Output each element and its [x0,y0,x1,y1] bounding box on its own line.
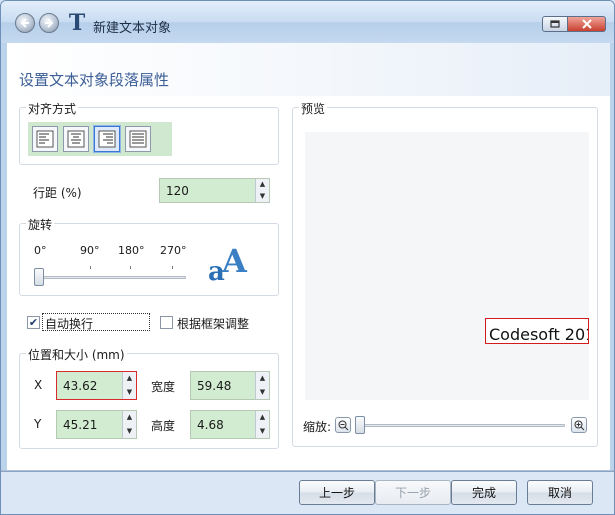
cancel-button[interactable]: 取消 [527,480,593,505]
spin-up-icon[interactable]: ▲ [256,411,269,425]
restore-button[interactable] [542,16,568,32]
preview-label: 预览 [299,100,328,117]
alignment-group: 对齐方式 [19,100,279,165]
fit-frame-checkbox[interactable] [160,316,173,329]
preview-group: 预览 Codesoft 2015程 缩放: [292,100,598,447]
dialog-footer: 上一步 下一步 完成 取消 [1,470,614,514]
position-size-label: 位置和大小 (mm) [26,346,127,363]
alignment-label: 对齐方式 [26,100,79,117]
rotation-slider-track[interactable] [36,276,186,279]
spin-down-icon[interactable]: ▼ [123,425,136,439]
zoom-out-icon [338,420,348,430]
alignment-buttons [28,122,172,156]
spin-up-icon[interactable]: ▲ [123,372,136,386]
preview-sample-text: Codesoft 2015程 [485,318,589,344]
forward-button[interactable] [39,13,59,33]
footer-divider [1,471,614,472]
y-value: 45.21 [63,418,98,432]
zoom-slider-track[interactable] [355,424,565,427]
y-label: Y [34,417,42,431]
finish-button[interactable]: 完成 [451,480,517,505]
align-left-button[interactable] [32,126,58,152]
y-spinner: ▲ ▼ [122,411,136,438]
arrow-right-icon [45,18,54,28]
y-input[interactable]: 45.21 ▲ ▼ [56,410,137,439]
window-controls [542,16,606,32]
rotated-A-icon: a A [208,242,248,284]
slider-tick [130,266,131,269]
rotation-tick-180: 180° [118,244,145,257]
spin-down-icon[interactable]: ▼ [123,386,136,400]
next-button[interactable]: 下一步 [375,480,451,505]
dialog-window: T 新建文本对象 设置文本对象段落属性 对齐方式 行距 (%) 120 ▲ ▼ … [0,0,615,515]
back-button[interactable] [15,13,35,33]
preview-canvas: Codesoft 2015程 [305,132,589,400]
line-spacing-label: 行距 (%) [33,186,82,200]
title-bar: T 新建文本对象 [1,1,614,43]
zoom-in-button[interactable] [571,417,587,433]
align-right-icon [98,130,116,148]
zoom-in-icon [574,420,584,430]
height-spinner: ▲ ▼ [255,411,269,438]
auto-wrap-label[interactable]: 自动换行 [45,315,93,332]
spin-up-icon[interactable]: ▲ [123,411,136,425]
close-button[interactable] [568,16,606,32]
rotation-group: 旋转 0° 90° 180° 270° a A [19,216,279,296]
slider-tick [90,266,91,269]
zoom-out-button[interactable] [335,417,351,433]
rotation-tick-90: 90° [80,244,100,257]
rotation-tick-0: 0° [34,244,47,257]
window-title: 新建文本对象 [93,21,172,36]
rotation-tick-270: 270° [160,244,187,257]
arrow-left-icon [20,18,29,28]
text-T-icon: T [68,10,86,36]
fit-frame-label[interactable]: 根据框架调整 [177,315,249,332]
restore-icon [550,20,560,28]
height-value: 4.68 [197,418,224,432]
prev-button[interactable]: 上一步 [299,480,375,505]
auto-wrap-checkbox[interactable]: ✔ [27,316,40,329]
line-spacing-spinner: ▲ ▼ [255,179,269,202]
zoom-label: 缩放: [303,420,332,434]
spin-up-icon[interactable]: ▲ [256,372,269,386]
close-icon [581,19,592,29]
rotation-label: 旋转 [26,216,55,233]
line-spacing-input[interactable]: 120 ▲ ▼ [159,178,270,203]
width-input[interactable]: 59.48 ▲ ▼ [190,371,270,400]
spin-down-icon[interactable]: ▼ [256,425,269,439]
position-size-group: 位置和大小 (mm) X 43.62 ▲ ▼ 宽度 59.48 ▲ ▼ Y 45… [19,346,279,449]
svg-text:A: A [221,242,248,280]
content-area: 设置文本对象段落属性 对齐方式 行距 (%) 120 ▲ ▼ 旋转 0° 90°… [7,43,610,470]
align-right-button[interactable] [94,126,120,152]
spin-down-icon[interactable]: ▼ [256,386,269,400]
x-input[interactable]: 43.62 ▲ ▼ [56,371,137,400]
width-label: 宽度 [151,380,176,394]
page-heading: 设置文本对象段落属性 [19,71,170,89]
slider-tick [172,266,173,269]
align-justify-button[interactable] [125,126,151,152]
spin-down-icon[interactable]: ▼ [256,191,269,203]
zoom-slider-thumb[interactable] [355,416,365,434]
spin-up-icon[interactable]: ▲ [256,179,269,191]
x-spinner: ▲ ▼ [122,372,136,399]
height-input[interactable]: 4.68 ▲ ▼ [190,410,270,439]
align-center-button[interactable] [63,126,89,152]
line-spacing-value: 120 [166,184,189,198]
height-label: 高度 [151,419,176,433]
align-center-icon [67,130,85,148]
align-justify-icon [129,130,147,148]
width-value: 59.48 [197,379,232,393]
rotation-slider-thumb[interactable] [34,268,44,286]
x-label: X [34,378,43,392]
x-value: 43.62 [63,379,98,393]
width-spinner: ▲ ▼ [255,372,269,399]
align-left-icon [36,130,54,148]
